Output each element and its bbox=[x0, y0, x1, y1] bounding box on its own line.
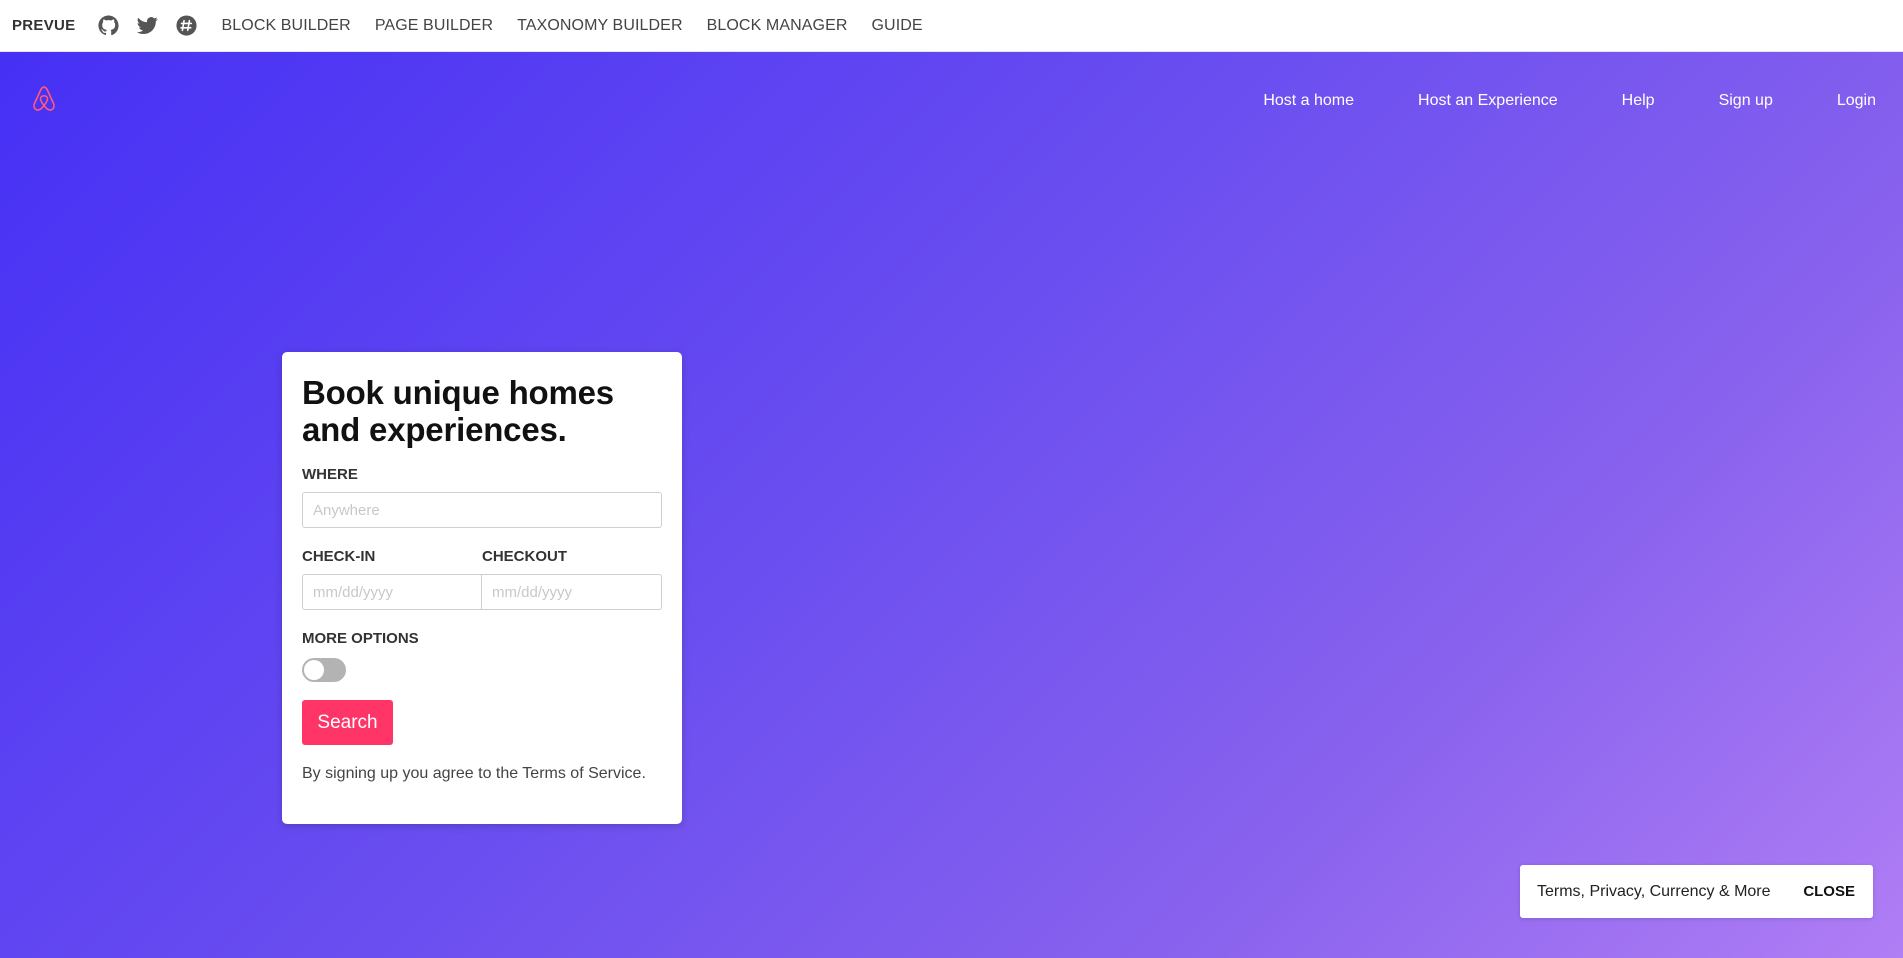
terms-text: By signing up you agree to the Terms of … bbox=[302, 765, 646, 782]
brand-name[interactable]: PREVUE bbox=[12, 17, 76, 34]
checkout-label: CHECKOUT bbox=[482, 548, 567, 565]
nav-help[interactable]: Help bbox=[1622, 92, 1655, 110]
search-button[interactable]: Search bbox=[302, 700, 393, 745]
nav-block-builder[interactable]: BLOCK BUILDER bbox=[222, 17, 351, 35]
slack-icon[interactable] bbox=[176, 15, 198, 37]
checkout-input[interactable] bbox=[482, 574, 662, 610]
nav-sign-up[interactable]: Sign up bbox=[1719, 92, 1773, 110]
more-options-toggle[interactable] bbox=[302, 658, 346, 682]
hero-section: Host a home Host an Experience Help Sign… bbox=[0, 52, 1903, 958]
nav-taxonomy-builder[interactable]: TAXONOMY BUILDER bbox=[517, 17, 682, 35]
footer-banner: Terms, Privacy, Currency & More CLOSE bbox=[1520, 865, 1873, 918]
airbnb-logo-icon[interactable] bbox=[31, 84, 57, 112]
github-icon[interactable] bbox=[98, 15, 120, 37]
where-input[interactable] bbox=[302, 492, 662, 528]
twitter-icon[interactable] bbox=[137, 15, 159, 37]
nav-guide[interactable]: GUIDE bbox=[872, 17, 923, 35]
top-toolbar: PREVUE BLOCK BUILDER PAGE BUILDER TAXONO… bbox=[0, 0, 1903, 52]
checkin-input[interactable] bbox=[302, 574, 482, 610]
nav-login[interactable]: Login bbox=[1837, 92, 1876, 110]
toggle-knob bbox=[304, 660, 324, 680]
where-label: WHERE bbox=[302, 466, 358, 483]
nav-host-experience[interactable]: Host an Experience bbox=[1418, 92, 1558, 110]
nav-host-home[interactable]: Host a home bbox=[1263, 92, 1354, 110]
booking-title: Book unique homes and experiences. bbox=[302, 374, 614, 448]
close-button[interactable]: CLOSE bbox=[1803, 883, 1855, 900]
checkin-label: CHECK-IN bbox=[302, 548, 376, 565]
booking-card: Book unique homes and experiences. WHERE… bbox=[282, 352, 682, 824]
footer-links[interactable]: Terms, Privacy, Currency & More bbox=[1537, 883, 1771, 901]
more-options-label: MORE OPTIONS bbox=[302, 630, 419, 647]
site-nav: Host a home Host an Experience Help Sign… bbox=[1263, 92, 1903, 110]
nav-page-builder[interactable]: PAGE BUILDER bbox=[375, 17, 493, 35]
nav-block-manager[interactable]: BLOCK MANAGER bbox=[707, 17, 848, 35]
